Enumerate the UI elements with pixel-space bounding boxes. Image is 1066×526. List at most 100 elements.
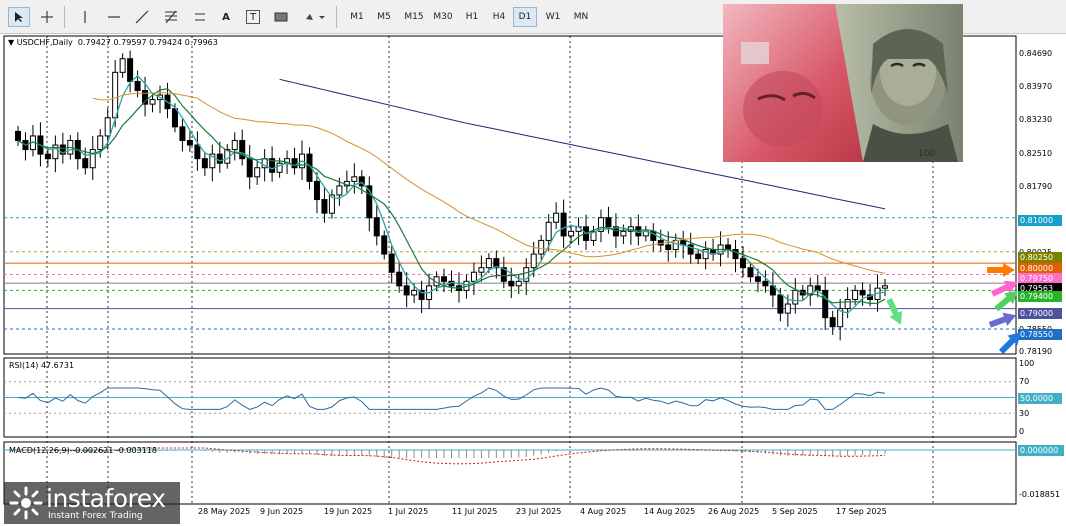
candle-body bbox=[560, 212, 567, 237]
fibonacci-icon[interactable] bbox=[160, 7, 182, 27]
candle-body bbox=[762, 280, 769, 287]
rsi-axis-label: 100 bbox=[1019, 359, 1035, 368]
rsi-label: RSI(14) 47.6731 bbox=[9, 361, 75, 370]
candle-body bbox=[216, 153, 223, 164]
candle-body bbox=[388, 253, 395, 273]
timeframe-m5[interactable]: M5 bbox=[372, 7, 396, 27]
rsi-axis-label: 70 bbox=[1019, 377, 1030, 386]
collapse-triangle-icon[interactable]: ▼ bbox=[8, 38, 17, 47]
candle-body bbox=[119, 58, 126, 73]
candle-body bbox=[351, 176, 358, 182]
price-tag: 0.79000 bbox=[1018, 308, 1062, 319]
timeframe-h1[interactable]: H1 bbox=[460, 7, 484, 27]
date-axis-label: 11 Jul 2025 bbox=[452, 507, 498, 516]
price-tag: 0.80250 bbox=[1018, 252, 1062, 263]
cursor-icon[interactable] bbox=[8, 7, 30, 27]
macd-axis-label: 0.000000 bbox=[1018, 445, 1064, 456]
timeframe-h4[interactable]: H4 bbox=[487, 7, 511, 27]
candle-body bbox=[186, 139, 193, 146]
candle-body bbox=[739, 258, 746, 269]
date-axis-label: 14 Aug 2025 bbox=[644, 507, 696, 516]
candle-body bbox=[403, 285, 410, 296]
candle-body bbox=[784, 303, 791, 314]
instaforex-logo-icon bbox=[9, 486, 43, 520]
candle-body bbox=[777, 294, 784, 314]
trendline-icon[interactable] bbox=[131, 7, 153, 27]
date-axis-label: 26 Aug 2025 bbox=[708, 507, 760, 516]
candle-body bbox=[179, 126, 186, 141]
timeframe-m15[interactable]: M15 bbox=[399, 7, 429, 27]
candle-body bbox=[620, 230, 627, 237]
rsi-line bbox=[17, 387, 886, 410]
candle-body bbox=[321, 199, 328, 214]
candle-body bbox=[313, 180, 320, 201]
date-axis-label: 28 May 2025 bbox=[198, 507, 251, 516]
candle-body bbox=[508, 280, 515, 287]
chart-header: ▼ USDCHF,Daily 0.79427 0.79597 0.79424 0… bbox=[8, 38, 218, 47]
price-axis-label: 0.82510 bbox=[1019, 149, 1053, 158]
candle-body bbox=[754, 276, 761, 282]
candle-body bbox=[97, 135, 104, 151]
price-tag: 0.79400 bbox=[1018, 291, 1062, 302]
candle-body bbox=[381, 235, 388, 255]
candle-body bbox=[478, 267, 485, 273]
date-axis-label: 23 Jul 2025 bbox=[516, 507, 562, 516]
candle-body bbox=[246, 158, 253, 178]
candle-body bbox=[515, 280, 522, 287]
price-axis-label: 0.78190 bbox=[1019, 347, 1053, 356]
candle-body bbox=[291, 158, 298, 169]
price-tag: 0.81000 bbox=[1018, 215, 1062, 226]
candle-body bbox=[485, 258, 492, 269]
candle-body bbox=[89, 149, 96, 169]
text-tool-icon[interactable]: A bbox=[215, 7, 237, 27]
svg-text:100: 100 bbox=[918, 149, 935, 159]
vertical-line-icon[interactable] bbox=[74, 7, 96, 27]
currency-banknotes-photo: 100 bbox=[723, 4, 963, 162]
horizontal-line-icon[interactable] bbox=[103, 7, 125, 27]
candle-body bbox=[441, 276, 448, 282]
candle-body bbox=[127, 58, 134, 82]
crosshair-icon[interactable] bbox=[36, 7, 58, 27]
candle-body bbox=[792, 289, 799, 305]
brand-tagline: Instant Forex Trading bbox=[48, 511, 143, 521]
date-axis-label: 5 Sep 2025 bbox=[772, 507, 818, 516]
candle-body bbox=[231, 139, 238, 151]
candle-body bbox=[695, 253, 702, 260]
candle-body bbox=[605, 217, 612, 228]
date-axis-label: 9 Jun 2025 bbox=[260, 507, 304, 516]
price-axis-label: 0.83230 bbox=[1019, 115, 1053, 124]
shapes-dropdown-icon[interactable] bbox=[302, 7, 328, 27]
candle-body bbox=[373, 217, 380, 237]
timeframe-m1[interactable]: M1 bbox=[345, 7, 369, 27]
timeframe-w1[interactable]: W1 bbox=[541, 7, 565, 27]
symbol-label: USDCHF,Daily bbox=[16, 38, 73, 47]
date-axis-label: 4 Aug 2025 bbox=[580, 507, 627, 516]
candle-body bbox=[882, 285, 888, 289]
rsi-axis-label: 0 bbox=[1019, 427, 1025, 436]
instaforex-logo: instaforex Instant Forex Trading bbox=[4, 482, 180, 524]
candle-body bbox=[822, 289, 829, 319]
candle-body bbox=[553, 212, 560, 223]
candle-body bbox=[171, 108, 178, 128]
candle-body bbox=[545, 221, 552, 241]
timeframe-mn[interactable]: MN bbox=[569, 7, 593, 27]
candle-body bbox=[747, 267, 754, 278]
candle-body bbox=[149, 99, 156, 105]
equidistant-icon[interactable] bbox=[189, 7, 211, 27]
text-label-icon[interactable]: T bbox=[246, 10, 260, 24]
timeframe-m30[interactable]: M30 bbox=[428, 7, 458, 27]
macd-label: MACD(12,26,9) -0.002621 -0.003118 bbox=[9, 446, 157, 455]
candle-body bbox=[15, 130, 21, 141]
candle-body bbox=[201, 158, 208, 169]
candle-body bbox=[104, 117, 111, 137]
candle-body bbox=[470, 271, 477, 282]
rectangle-icon[interactable] bbox=[270, 7, 292, 27]
timeframe-d1[interactable]: D1 bbox=[513, 7, 537, 27]
candle-body bbox=[82, 158, 89, 169]
candle-body bbox=[852, 289, 859, 300]
candle-body bbox=[336, 185, 343, 196]
candle-body bbox=[538, 239, 545, 255]
brand-name: instaforex bbox=[46, 484, 166, 513]
candle-body bbox=[134, 80, 141, 92]
date-axis-label: 19 Jun 2025 bbox=[324, 507, 373, 516]
